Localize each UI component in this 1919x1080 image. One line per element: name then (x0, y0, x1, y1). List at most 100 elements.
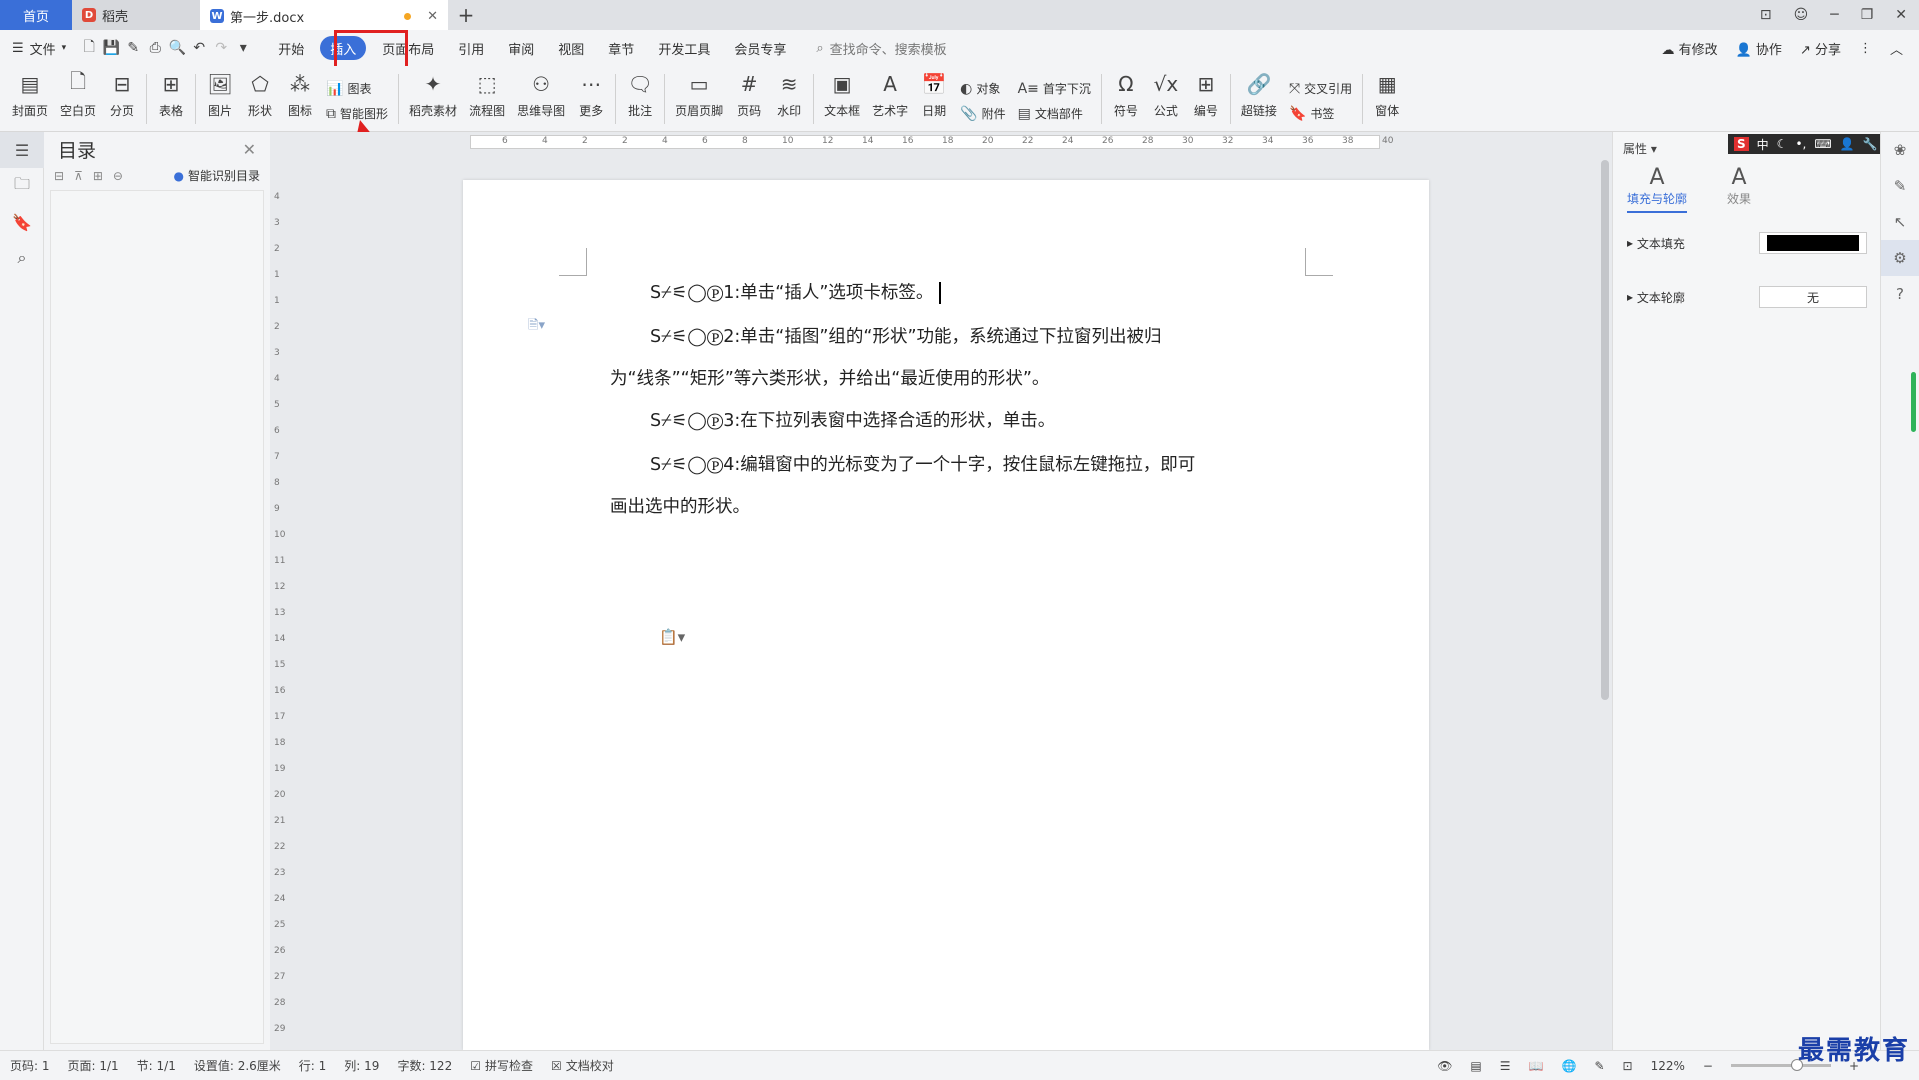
cover-page-button[interactable]: ▤ 封面页 (6, 66, 54, 130)
paragraph-2[interactable]: S⌿⚟◯Ⓟ2:单击“插图”组的“形状”功能，系统通过下拉窗列出被归 为“线条”“矩… (610, 316, 1290, 400)
status-setting[interactable]: 设置值: 2.6厘米 (194, 1057, 281, 1074)
command-search[interactable]: ⌕ 查找命令、搜索模板 (816, 39, 946, 58)
header-footer-button[interactable]: ▭ 页眉页脚 (669, 66, 729, 130)
date-button[interactable]: 📅 日期 (914, 66, 954, 130)
minimize-icon[interactable]: ─ (1830, 7, 1838, 23)
wrench-icon[interactable]: 🔧 (1863, 137, 1878, 151)
proofread-toggle[interactable]: ☒ 文档校对 (551, 1057, 614, 1074)
tab-view[interactable]: 视图 (546, 36, 596, 60)
hyperlink-button[interactable]: 🔗 超链接 (1235, 66, 1283, 130)
smartart-button[interactable]: ⧉ 智能图形 (326, 105, 388, 122)
numbering-button[interactable]: ⊞ 编号 (1186, 66, 1226, 130)
file-menu[interactable]: ☰ 文件 ▾ (0, 39, 78, 58)
text-fill-color-picker[interactable] (1759, 232, 1867, 254)
search-nav-icon[interactable]: ⌕ (0, 240, 44, 276)
tab-document[interactable]: W 第一步.docx ✕ (200, 0, 448, 30)
text-outline-select[interactable]: 无 (1759, 286, 1867, 308)
tab-home[interactable]: 首页 (0, 0, 72, 30)
print-icon[interactable]: ⎙ (144, 40, 166, 56)
vertical-scrollbar[interactable] (1598, 132, 1612, 1050)
punct-icon[interactable]: •, (1795, 137, 1806, 151)
icons-button[interactable]: ⁂ 图标 (280, 66, 320, 130)
shapes-button[interactable]: ⬠ 形状 (240, 66, 280, 130)
web-view-icon[interactable]: 🌐 (1561, 1059, 1576, 1073)
mindmap-button[interactable]: ⚇ 思维导图 (511, 66, 571, 130)
spell-check-toggle[interactable]: ☑ 拼写检查 (470, 1057, 533, 1074)
keyboard-icon[interactable]: ⌨ (1814, 137, 1831, 151)
tab-developer[interactable]: 开发工具 (646, 36, 722, 60)
smart-toc-button[interactable]: ● 智能识别目录 (174, 167, 261, 184)
help-icon[interactable]: ? (1881, 276, 1919, 312)
share-button[interactable]: ↗ 分享 (1800, 39, 1841, 58)
write-view-icon[interactable]: ✎ (1594, 1059, 1604, 1073)
new-doc-icon[interactable]: 🗋 (78, 36, 100, 60)
close-window-icon[interactable]: ✕ (1895, 7, 1907, 23)
toc-nav-icon[interactable]: ☰ (0, 132, 44, 168)
undo-icon[interactable]: ↶ (188, 40, 210, 56)
picture-button[interactable]: 🖼 图片 (200, 66, 240, 130)
paste-options-icon[interactable]: 📋▾ (659, 628, 685, 646)
properties-icon[interactable]: ⚙ (1881, 240, 1919, 276)
more-button[interactable]: ⋯ 更多 (571, 66, 611, 130)
layout-icon[interactable]: ⊡ (1760, 7, 1772, 23)
blank-page-button[interactable]: 🗋 空白页 (54, 66, 102, 130)
save-icon[interactable]: 💾 (100, 40, 122, 56)
quick-access-more-icon[interactable]: ▾ (232, 40, 254, 56)
formula-button[interactable]: √x 公式 (1146, 66, 1186, 130)
attachment-button[interactable]: 📎 附件 (960, 105, 1005, 122)
object-button[interactable]: ◐ 对象 (960, 80, 1005, 97)
status-row[interactable]: 行: 1 (299, 1057, 327, 1074)
tab-effects[interactable]: A 效果 (1727, 165, 1751, 213)
status-col[interactable]: 列: 19 (344, 1057, 379, 1074)
wordart-button[interactable]: A 艺术字 (866, 66, 914, 130)
fit-icon[interactable]: ⊡ (1623, 1059, 1633, 1073)
page-number-button[interactable]: # 页码 (729, 66, 769, 130)
page-break-button[interactable]: ⊟ 分页 (102, 66, 142, 130)
close-tab-icon[interactable]: ✕ (427, 9, 438, 24)
dropcap-button[interactable]: A≡ 首字下沉 (1018, 80, 1091, 97)
add-icon[interactable]: ⊞ (93, 169, 103, 183)
tab-docer[interactable]: D 稻壳 (72, 0, 200, 30)
table-button[interactable]: ⊞ 表格 (151, 66, 191, 130)
form-button[interactable]: ▦ 窗体 (1367, 66, 1407, 130)
flowchart-button[interactable]: ⬚ 流程图 (463, 66, 511, 130)
format-painter-icon[interactable]: ✎ (122, 40, 144, 56)
chart-button[interactable]: 📊 图表 (326, 80, 388, 97)
bookmark-button[interactable]: 🔖 书签 (1289, 105, 1352, 122)
close-icon[interactable]: ✕ (243, 140, 256, 159)
ime-language[interactable]: 中 (1757, 136, 1769, 153)
changes-button[interactable]: ☁ 有修改 (1661, 39, 1717, 58)
document-page[interactable]: 🗎▾ S⌿⚟◯Ⓟ1:单击“插人”选项卡标签。 S⌿⚟◯Ⓟ2:单击“插图”组的“形… (463, 180, 1429, 1050)
tab-fill-outline[interactable]: A 填充与轮廓 (1627, 165, 1688, 213)
docer-material-button[interactable]: ✦ 稻壳素材 (403, 66, 463, 130)
tab-chapter[interactable]: 章节 (596, 36, 646, 60)
scrollbar-thumb[interactable] (1601, 160, 1609, 700)
redo-icon[interactable]: ↷ (210, 40, 232, 56)
tab-home-ribbon[interactable]: 开始 (266, 36, 316, 60)
print-preview-icon[interactable]: 🔍 (166, 40, 188, 56)
new-tab-button[interactable]: + (448, 0, 484, 30)
remove-icon[interactable]: ⊖ (113, 169, 123, 183)
move-up-icon[interactable]: ⊼ (74, 169, 83, 183)
tab-member[interactable]: 会员专享 (722, 36, 798, 60)
pen-icon[interactable]: ✎ (1881, 168, 1919, 204)
zoom-level[interactable]: 122% (1651, 1059, 1685, 1073)
style-icon[interactable]: ❀ (1881, 132, 1919, 168)
tab-references[interactable]: 引用 (446, 36, 496, 60)
paragraph-doc-icon[interactable]: 🗎▾ (528, 316, 545, 338)
docpart-button[interactable]: ▤ 文档部件 (1018, 105, 1091, 122)
restore-icon[interactable]: ❐ (1861, 7, 1874, 23)
paragraph-1[interactable]: S⌿⚟◯Ⓟ1:单击“插人”选项卡标签。 (610, 272, 1290, 314)
avatar[interactable]: ☺ (1794, 7, 1809, 23)
paragraph-3[interactable]: S⌿⚟◯Ⓟ3:在下拉列表窗中选择合适的形状，单击。 (610, 400, 1290, 442)
eye-icon[interactable]: 👁 (1437, 1059, 1452, 1073)
moon-icon[interactable]: ☾ (1777, 137, 1788, 151)
user-icon[interactable]: 👤 (1840, 137, 1855, 151)
ime-logo[interactable]: S (1734, 137, 1749, 151)
status-page[interactable]: 页码: 1 (10, 1057, 50, 1074)
comment-button[interactable]: 🗨 批注 (620, 66, 660, 130)
more-icon[interactable]: ⋮ (1859, 41, 1872, 56)
paragraph-4[interactable]: S⌿⚟◯Ⓟ4:编辑窗中的光标变为了一个十字，按住鼠标左键拖拉，即可 画出选中的形状… (610, 444, 1290, 528)
symbol-button[interactable]: Ω 符号 (1106, 66, 1146, 130)
page-view-icon[interactable]: ▤ (1470, 1059, 1481, 1073)
